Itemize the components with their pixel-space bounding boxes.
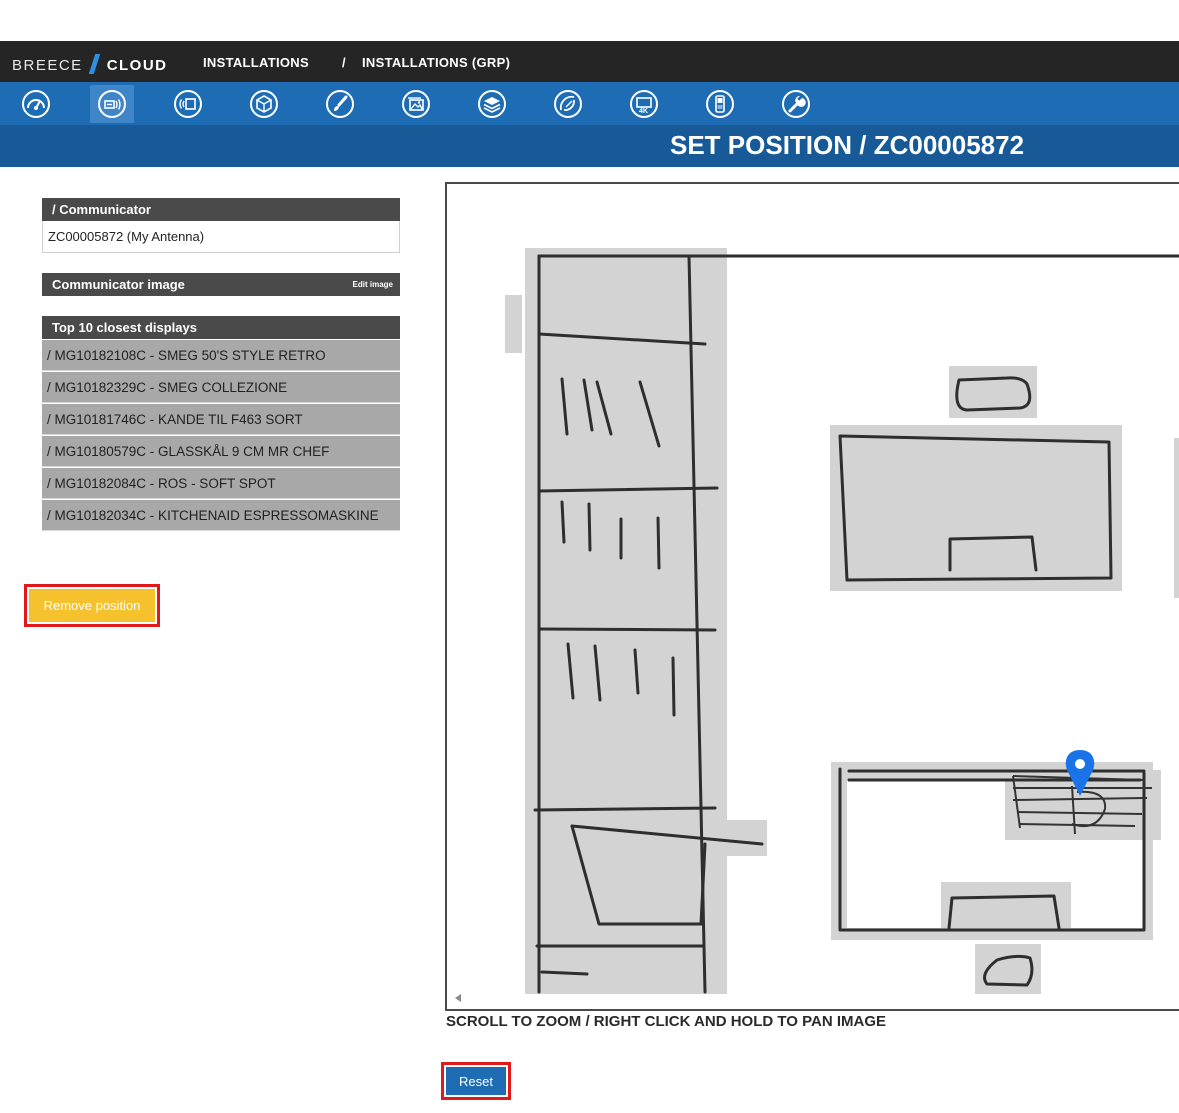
floor-plan-drawing bbox=[505, 248, 1179, 994]
remove-position-button[interactable]: Remove position bbox=[29, 589, 155, 622]
brand-slash bbox=[88, 54, 100, 74]
handheld-device-icon[interactable] bbox=[698, 85, 742, 123]
dashboard-gauge-icon[interactable] bbox=[14, 85, 58, 123]
communicator-panel-header: / Communicator bbox=[42, 198, 400, 221]
display-list-item[interactable]: / MG10180579C - GLASSKÅL 9 CM MR CHEF bbox=[42, 436, 400, 467]
4k-monitor-icon[interactable]: 4K bbox=[622, 85, 666, 123]
communicator-image-panel-header: Communicator image Edit image bbox=[42, 273, 400, 296]
display-list-item[interactable]: / MG10182108C - SMEG 50'S STYLE RETRO bbox=[42, 340, 400, 371]
display-list-item[interactable]: / MG10182329C - SMEG COLLEZIONE bbox=[42, 372, 400, 403]
icon-toolbar: 4K bbox=[0, 82, 1179, 125]
communicator-image-title: Communicator image bbox=[52, 277, 185, 292]
page-title-bar: SET POSITION / ZC00005872 bbox=[0, 125, 1179, 167]
svg-text:4K: 4K bbox=[639, 108, 648, 115]
edit-image-link[interactable]: Edit image bbox=[353, 273, 393, 296]
brand-logo[interactable]: BREECE CLOUD bbox=[12, 54, 168, 74]
closest-displays-header: Top 10 closest displays bbox=[42, 316, 400, 339]
breadcrumb-separator: / bbox=[342, 55, 346, 70]
brand-left-text: BREECE bbox=[12, 57, 83, 74]
layers-icon[interactable] bbox=[470, 85, 514, 123]
map-instructions: SCROLL TO ZOOM / RIGHT CLICK AND HOLD TO… bbox=[446, 1013, 886, 1030]
page-title: SET POSITION / ZC00005872 bbox=[670, 130, 1025, 160]
image-gallery-icon[interactable] bbox=[394, 85, 438, 123]
reset-highlight: Reset bbox=[441, 1062, 511, 1100]
display-list-item[interactable]: / MG10182084C - ROS - SOFT SPOT bbox=[42, 468, 400, 499]
communicator-value: ZC00005872 (My Antenna) bbox=[42, 221, 400, 253]
display-list-item[interactable]: / MG10182034C - KITCHENAID ESPRESSOMASKI… bbox=[42, 500, 400, 531]
reset-button[interactable]: Reset bbox=[446, 1067, 506, 1095]
box-icon[interactable] bbox=[242, 85, 286, 123]
floor-plan-map[interactable] bbox=[445, 182, 1179, 1011]
top-navigation-bar: BREECE CLOUD INSTALLATIONS / INSTALLATION… bbox=[0, 41, 1179, 82]
breadcrumb-installations-grp[interactable]: INSTALLATIONS (GRP) bbox=[362, 55, 510, 70]
antenna-signal-icon[interactable] bbox=[166, 85, 210, 123]
remove-position-highlight: Remove position bbox=[24, 584, 160, 627]
brand-right-text: CLOUD bbox=[106, 57, 168, 74]
wrench-icon[interactable] bbox=[774, 85, 818, 123]
scroll-left-arrow-icon[interactable] bbox=[455, 994, 461, 1002]
display-list-item[interactable]: / MG10181746C - KANDE TIL F463 SORT bbox=[42, 404, 400, 435]
paint-brush-icon[interactable] bbox=[318, 85, 362, 123]
breadcrumb-installations[interactable]: INSTALLATIONS bbox=[203, 55, 309, 70]
communicator-icon[interactable] bbox=[90, 85, 134, 123]
satellite-dish-icon[interactable] bbox=[546, 85, 590, 123]
